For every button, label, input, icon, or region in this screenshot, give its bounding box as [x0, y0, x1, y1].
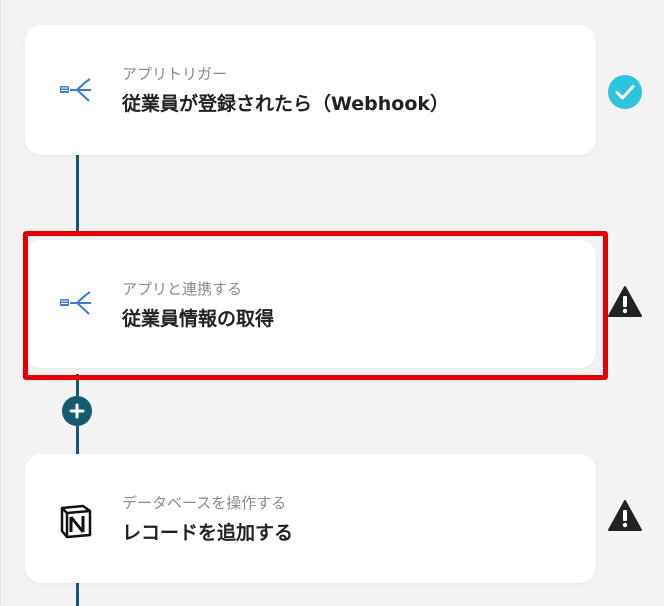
flow-step-database[interactable]: データベースを操作する レコードを追加する [25, 454, 596, 583]
warning-icon [607, 284, 643, 320]
step-title: 従業員が登録されたら（Webhook） [122, 93, 450, 115]
notion-icon [57, 502, 95, 540]
add-step-button[interactable] [62, 396, 92, 426]
bird-app-icon [57, 288, 95, 318]
flow-connector [76, 583, 79, 606]
flow-connector [76, 374, 79, 396]
step-title: 従業員情報の取得 [122, 308, 275, 330]
flow-connector [76, 426, 79, 454]
panel-edge [0, 0, 1, 606]
flow-step-action[interactable]: アプリと連携する 従業員情報の取得 [25, 240, 596, 368]
check-circle-icon [607, 74, 643, 110]
step-category: アプリトリガー [122, 65, 228, 83]
plus-icon [69, 403, 85, 419]
flow-connector [76, 155, 79, 231]
bird-app-icon [57, 75, 95, 105]
step-title: レコードを追加する [122, 522, 294, 544]
warning-icon [607, 498, 643, 534]
step-category: アプリと連携する [122, 280, 243, 298]
step-category: データベースを操作する [122, 494, 287, 512]
flow-step-trigger[interactable]: アプリトリガー 従業員が登録されたら（Webhook） [25, 25, 596, 155]
